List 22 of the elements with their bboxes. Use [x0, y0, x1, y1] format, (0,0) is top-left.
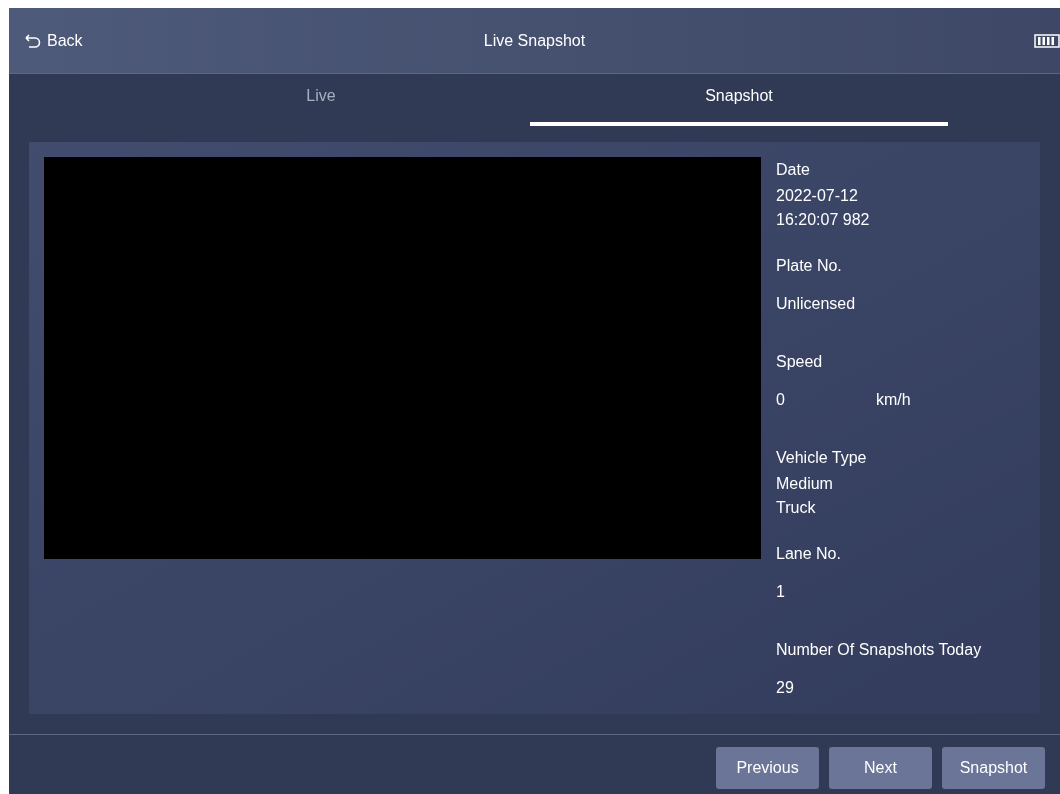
field-value: 0: [776, 390, 786, 410]
field-value: 2022-07-12 16:20:07 982: [776, 186, 871, 230]
field-label: Number Of Snapshots Today: [776, 640, 982, 660]
field-label: Vehicle Type: [776, 448, 868, 468]
action-button[interactable]: Previous: [716, 747, 819, 789]
action-button[interactable]: Next: [829, 747, 932, 789]
unit-label: km/h: [876, 390, 911, 410]
field-label: Date: [776, 160, 811, 180]
window-title: Live Snapshot: [483, 30, 586, 51]
battery-icon: [1034, 33, 1060, 48]
field-value: Medium Truck: [776, 474, 834, 518]
back-icon: [25, 33, 41, 48]
field-label: Plate No.: [776, 256, 843, 276]
field-value: 1: [776, 582, 786, 602]
field-label: Lane No.: [776, 544, 842, 564]
back-button[interactable]: Back: [25, 28, 83, 53]
tab[interactable]: Snapshot: [530, 74, 948, 126]
tab[interactable]: Live: [112, 74, 530, 122]
action-button[interactable]: Snapshot: [942, 747, 1045, 789]
field-label: Speed: [776, 352, 824, 372]
field-value: 29: [776, 678, 795, 698]
field-value: Unlicensed: [776, 294, 857, 314]
